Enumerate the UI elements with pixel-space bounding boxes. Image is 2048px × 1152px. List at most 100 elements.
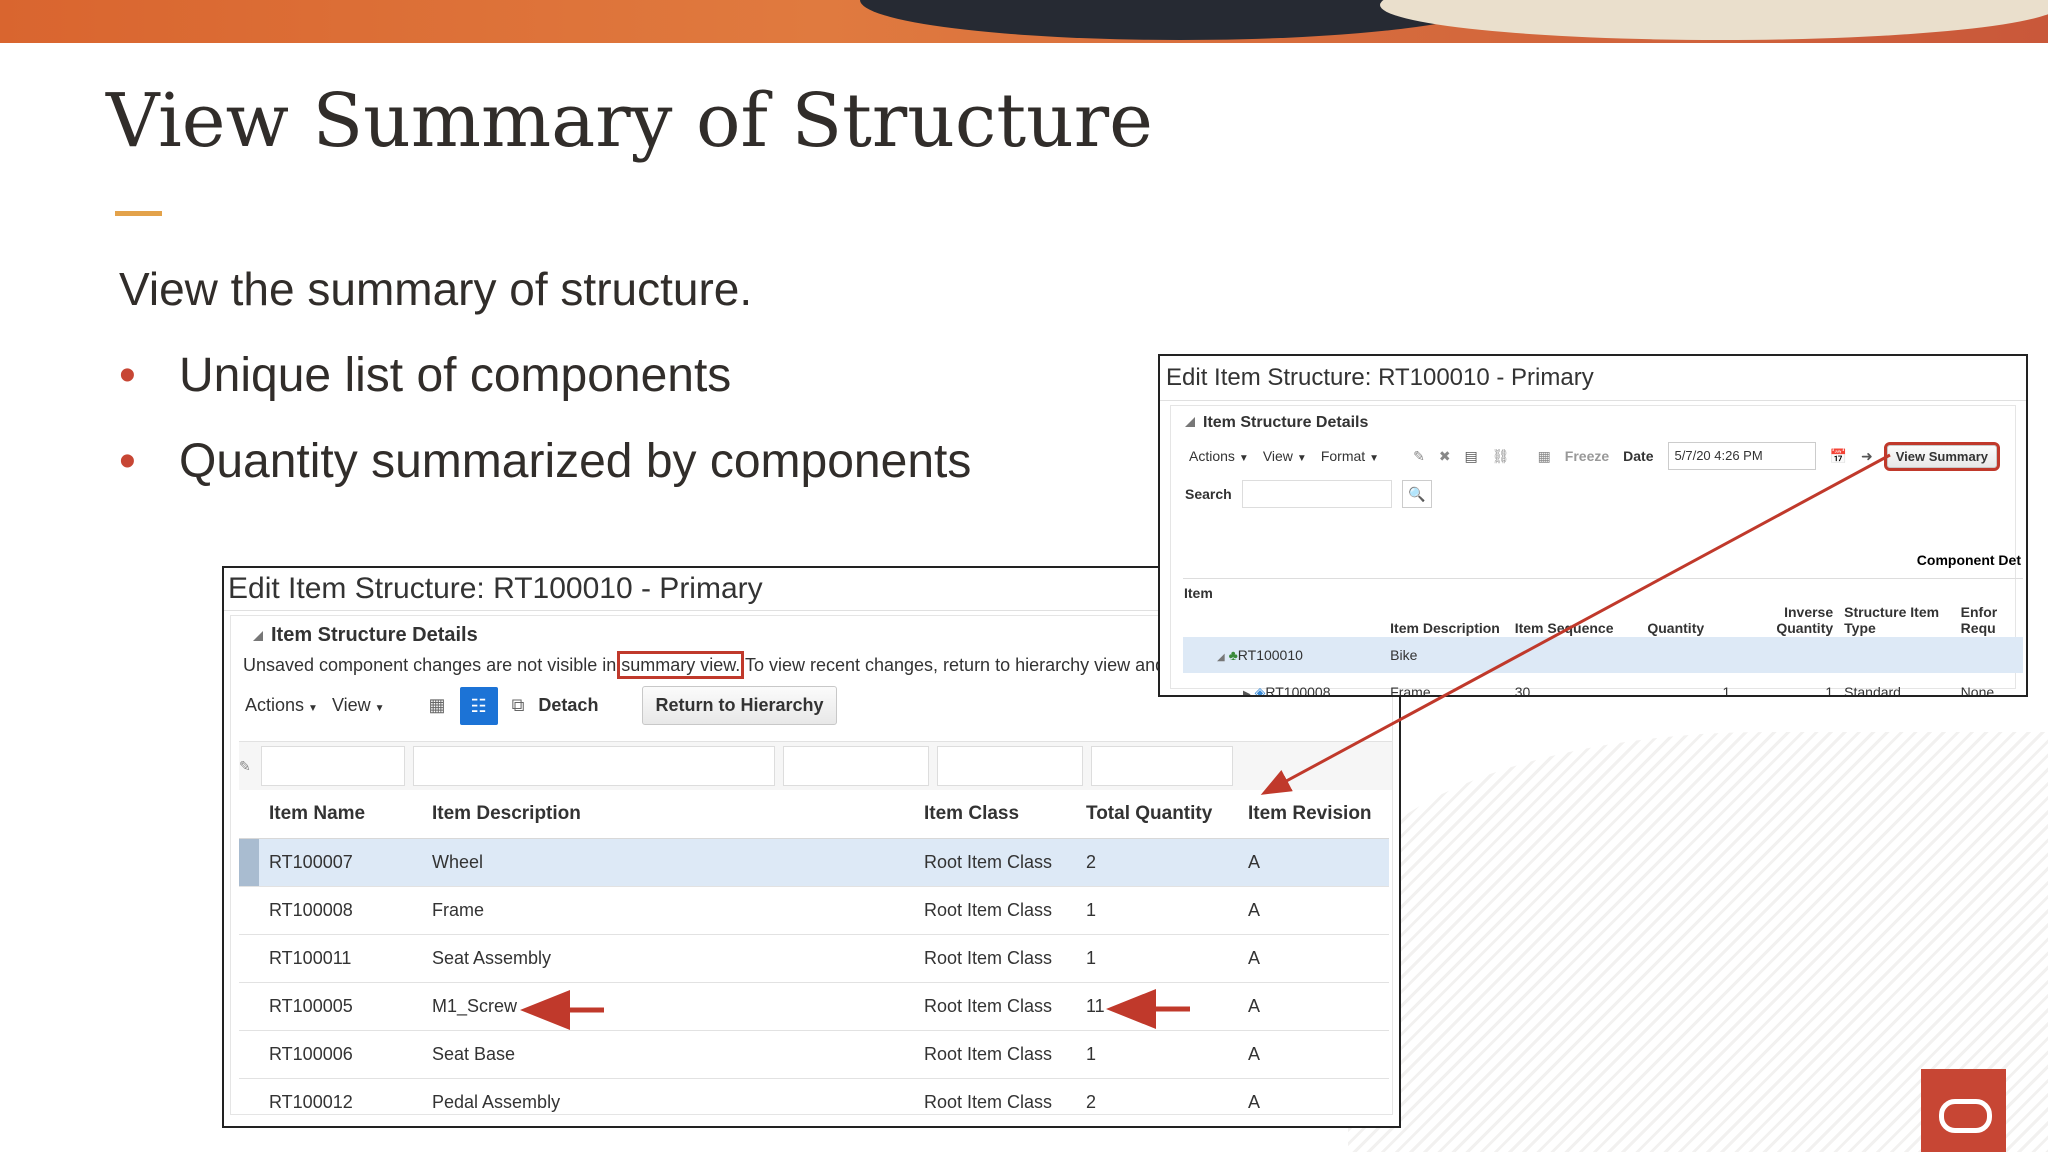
actions-menu[interactable]: Actions ▼ (1189, 448, 1249, 464)
delete-icon[interactable]: ✖ (1439, 448, 1451, 465)
bullet-text: Quantity summarized by components (179, 435, 972, 488)
enforce-cell (1960, 637, 2023, 673)
notice-text: To view recent changes, return to hierar… (740, 655, 1166, 675)
section-title: Item Structure Details (1171, 406, 2015, 436)
table-row[interactable]: RT100011 Seat Assembly Root Item Class 1… (239, 934, 1389, 983)
view-menu[interactable]: View ▼ (1263, 448, 1307, 464)
table-row[interactable]: RT100005 M1_Screw Root Item Class 11 A (239, 982, 1389, 1031)
column-header[interactable]: Quantity (1646, 579, 1740, 637)
summary-view-icon[interactable]: ☷ (459, 686, 498, 725)
table-row[interactable]: RT100007 Wheel Root Item Class 2 A (239, 838, 1389, 887)
column-header[interactable]: Item Sequence (1514, 579, 1647, 637)
calendar-icon[interactable]: 📅 (1830, 448, 1847, 465)
item-revision-cell: A (1247, 1030, 1389, 1079)
column-header[interactable]: Item (1183, 579, 1389, 637)
lead-text: View the summary of structure. (119, 263, 753, 315)
export-icon[interactable]: ▤ (1465, 448, 1478, 465)
bullet-dot: • (119, 349, 136, 402)
item-description-cell: Seat Base (431, 1030, 923, 1079)
hierarchy-grid: Item Item Description Item Sequence Quan… (1183, 579, 2023, 697)
item-class-cell: Root Item Class (923, 1030, 1085, 1079)
item-class-cell: Root Item Class (923, 934, 1085, 983)
table-row[interactable]: ◢ ♣RT100010 Bike (1183, 637, 2023, 673)
column-header[interactable]: Item Name (259, 790, 431, 839)
table-row[interactable]: ▶ ◈RT100008 Frame 30 1 1 Standard None (1183, 673, 2023, 697)
column-header[interactable]: Structure Item Type (1834, 579, 1960, 637)
table-row[interactable]: RT100006 Seat Base Root Item Class 1 A (239, 1030, 1389, 1079)
column-header[interactable]: Item Revision (1247, 790, 1389, 839)
search-input[interactable] (1241, 480, 1392, 508)
column-header[interactable]: Inverse Quantity (1740, 579, 1834, 637)
item-revision-cell: A (1247, 886, 1389, 935)
filter-item-class[interactable] (783, 746, 929, 786)
sequence-cell: 30 (1514, 684, 1531, 697)
column-header[interactable]: Enfor Requ (1960, 579, 2023, 637)
filter-item-description[interactable] (413, 746, 775, 786)
columns-icon[interactable]: ▦ (429, 695, 446, 716)
item-name-cell: RT100006 (259, 1030, 431, 1079)
item-class-cell: Root Item Class (923, 838, 1085, 887)
item-revision-cell: A (1247, 934, 1389, 983)
column-header[interactable]: Total Quantity (1085, 790, 1247, 839)
item-cell[interactable]: ◢ ♣RT100010 (1183, 637, 1389, 673)
item-description-cell: Frame (431, 886, 923, 935)
quantity-cell (1646, 637, 1740, 673)
bullet-item: • Quantity summarized by components (119, 434, 971, 489)
notice-highlight: summary view. (617, 651, 745, 679)
item-class-cell: Root Item Class (923, 982, 1085, 1031)
filter-item-revision[interactable] (1091, 746, 1233, 786)
section-title-text: Item Structure Details (271, 624, 478, 646)
column-header[interactable]: Item Class (923, 790, 1085, 839)
total-quantity-cell: 2 (1085, 1078, 1247, 1126)
header-banner (0, 0, 2048, 43)
item-cell[interactable]: ▶ ◈RT100008 (1183, 673, 1389, 697)
detach-button[interactable]: Detach (538, 695, 598, 716)
view-summary-button[interactable]: View Summary (1883, 441, 2001, 471)
edit-icon[interactable]: ✎ (1413, 448, 1425, 465)
column-header[interactable]: Item Description (1389, 579, 1514, 637)
collapse-icon[interactable] (253, 631, 263, 641)
item-description-cell: Pedal Assembly (431, 1078, 923, 1126)
filter-total-quantity[interactable] (937, 746, 1083, 786)
header-row: Item Item Description Item Sequence Quan… (1183, 579, 2023, 637)
sequence-cell (1514, 637, 1647, 673)
link-icon[interactable]: ⛓ (1492, 448, 1510, 465)
table-row[interactable]: RT100012 Pedal Assembly Root Item Class … (239, 1078, 1389, 1126)
search-icon[interactable]: 🔍 (1401, 480, 1432, 508)
item-revision-cell: A (1247, 838, 1389, 887)
collapse-icon[interactable] (1185, 417, 1195, 427)
detach-icon[interactable]: ⧉ (512, 695, 525, 716)
item-number: RT100010 (1237, 647, 1303, 663)
item-name-cell: RT100008 (259, 886, 431, 935)
enforce-cell: None (1960, 684, 1995, 697)
filter-item-name[interactable] (261, 746, 405, 786)
collapse-icon: ◢ (1217, 652, 1225, 663)
hierarchy-view-screenshot: Edit Item Structure: RT100010 - Primary … (1158, 354, 2028, 697)
title-accent-line (115, 211, 162, 216)
date-input[interactable]: 5/7/20 4:26 PM (1667, 442, 1816, 470)
item-description-cell: Wheel (431, 838, 923, 887)
go-arrow-icon[interactable]: ➜ (1861, 448, 1873, 465)
bullet-item: • Unique list of components (119, 348, 731, 403)
column-header[interactable]: Item Description (431, 790, 923, 839)
table-row[interactable]: RT100008 Frame Root Item Class 1 A (239, 886, 1389, 935)
item-name-cell: RT100012 (259, 1078, 431, 1126)
format-menu[interactable]: Format ▼ (1321, 448, 1379, 464)
expand-icon: ▶ (1243, 688, 1251, 697)
total-quantity-cell: 11 (1085, 982, 1247, 1031)
oracle-ring-icon (1939, 1099, 1992, 1133)
freeze-button[interactable]: Freeze (1565, 448, 1609, 464)
quantity-cell: 1 (1722, 684, 1731, 697)
clear-filter-icon[interactable]: ✎ (239, 758, 257, 775)
inverse-cell (1740, 637, 1834, 673)
freeze-icon[interactable]: ▦ (1538, 448, 1551, 465)
item-description-cell: Seat Assembly (431, 934, 923, 983)
date-label: Date (1623, 448, 1654, 464)
details-panel: Item Structure Details Actions ▼ View ▼ Fo… (1170, 405, 2023, 695)
view-menu[interactable]: View ▼ (332, 695, 385, 716)
search-label: Search (1185, 486, 1232, 502)
description-cell: Bike (1390, 647, 1418, 663)
actions-menu[interactable]: Actions ▼ (245, 695, 318, 716)
bullet-dot: • (119, 435, 136, 488)
return-to-hierarchy-button[interactable]: Return to Hierarchy (642, 686, 837, 725)
